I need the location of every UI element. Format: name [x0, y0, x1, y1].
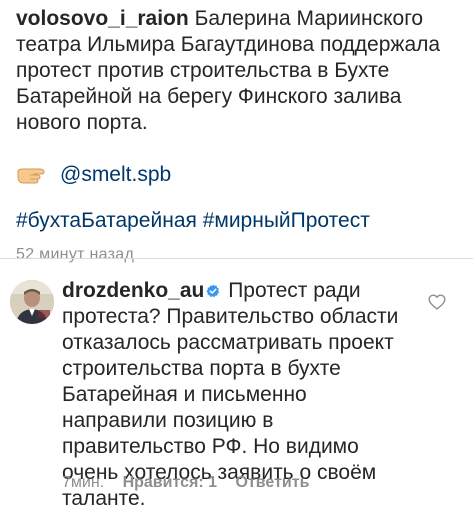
comment-meta: 7мин. Нравится: 1 Ответить [62, 474, 323, 492]
reply-button[interactable]: Ответить [235, 474, 309, 491]
comment-username[interactable]: drozdenko_au [62, 279, 204, 302]
heart-outline-icon[interactable] [428, 294, 446, 310]
pointing-right-hand-icon [16, 164, 50, 186]
divider [0, 258, 473, 259]
post-username[interactable]: volosovo_i_raion [16, 7, 189, 30]
hashtags[interactable]: #бухтаБатарейная #мирныйПротест [16, 208, 461, 234]
verified-badge-icon [206, 279, 220, 298]
likes-count[interactable]: Нравится: 1 [123, 474, 217, 491]
avatar[interactable] [10, 280, 54, 324]
post-caption-block: volosovo_i_raion Балерина Мариинского те… [16, 6, 461, 264]
comment-time: 7мин. [62, 474, 105, 491]
post-caption: volosovo_i_raion Балерина Мариинского те… [16, 6, 461, 136]
mention-line: @smelt.spb [16, 162, 461, 188]
mention-link[interactable]: @smelt.spb [60, 162, 171, 188]
post-timestamp: 52 минут назад [16, 246, 135, 263]
